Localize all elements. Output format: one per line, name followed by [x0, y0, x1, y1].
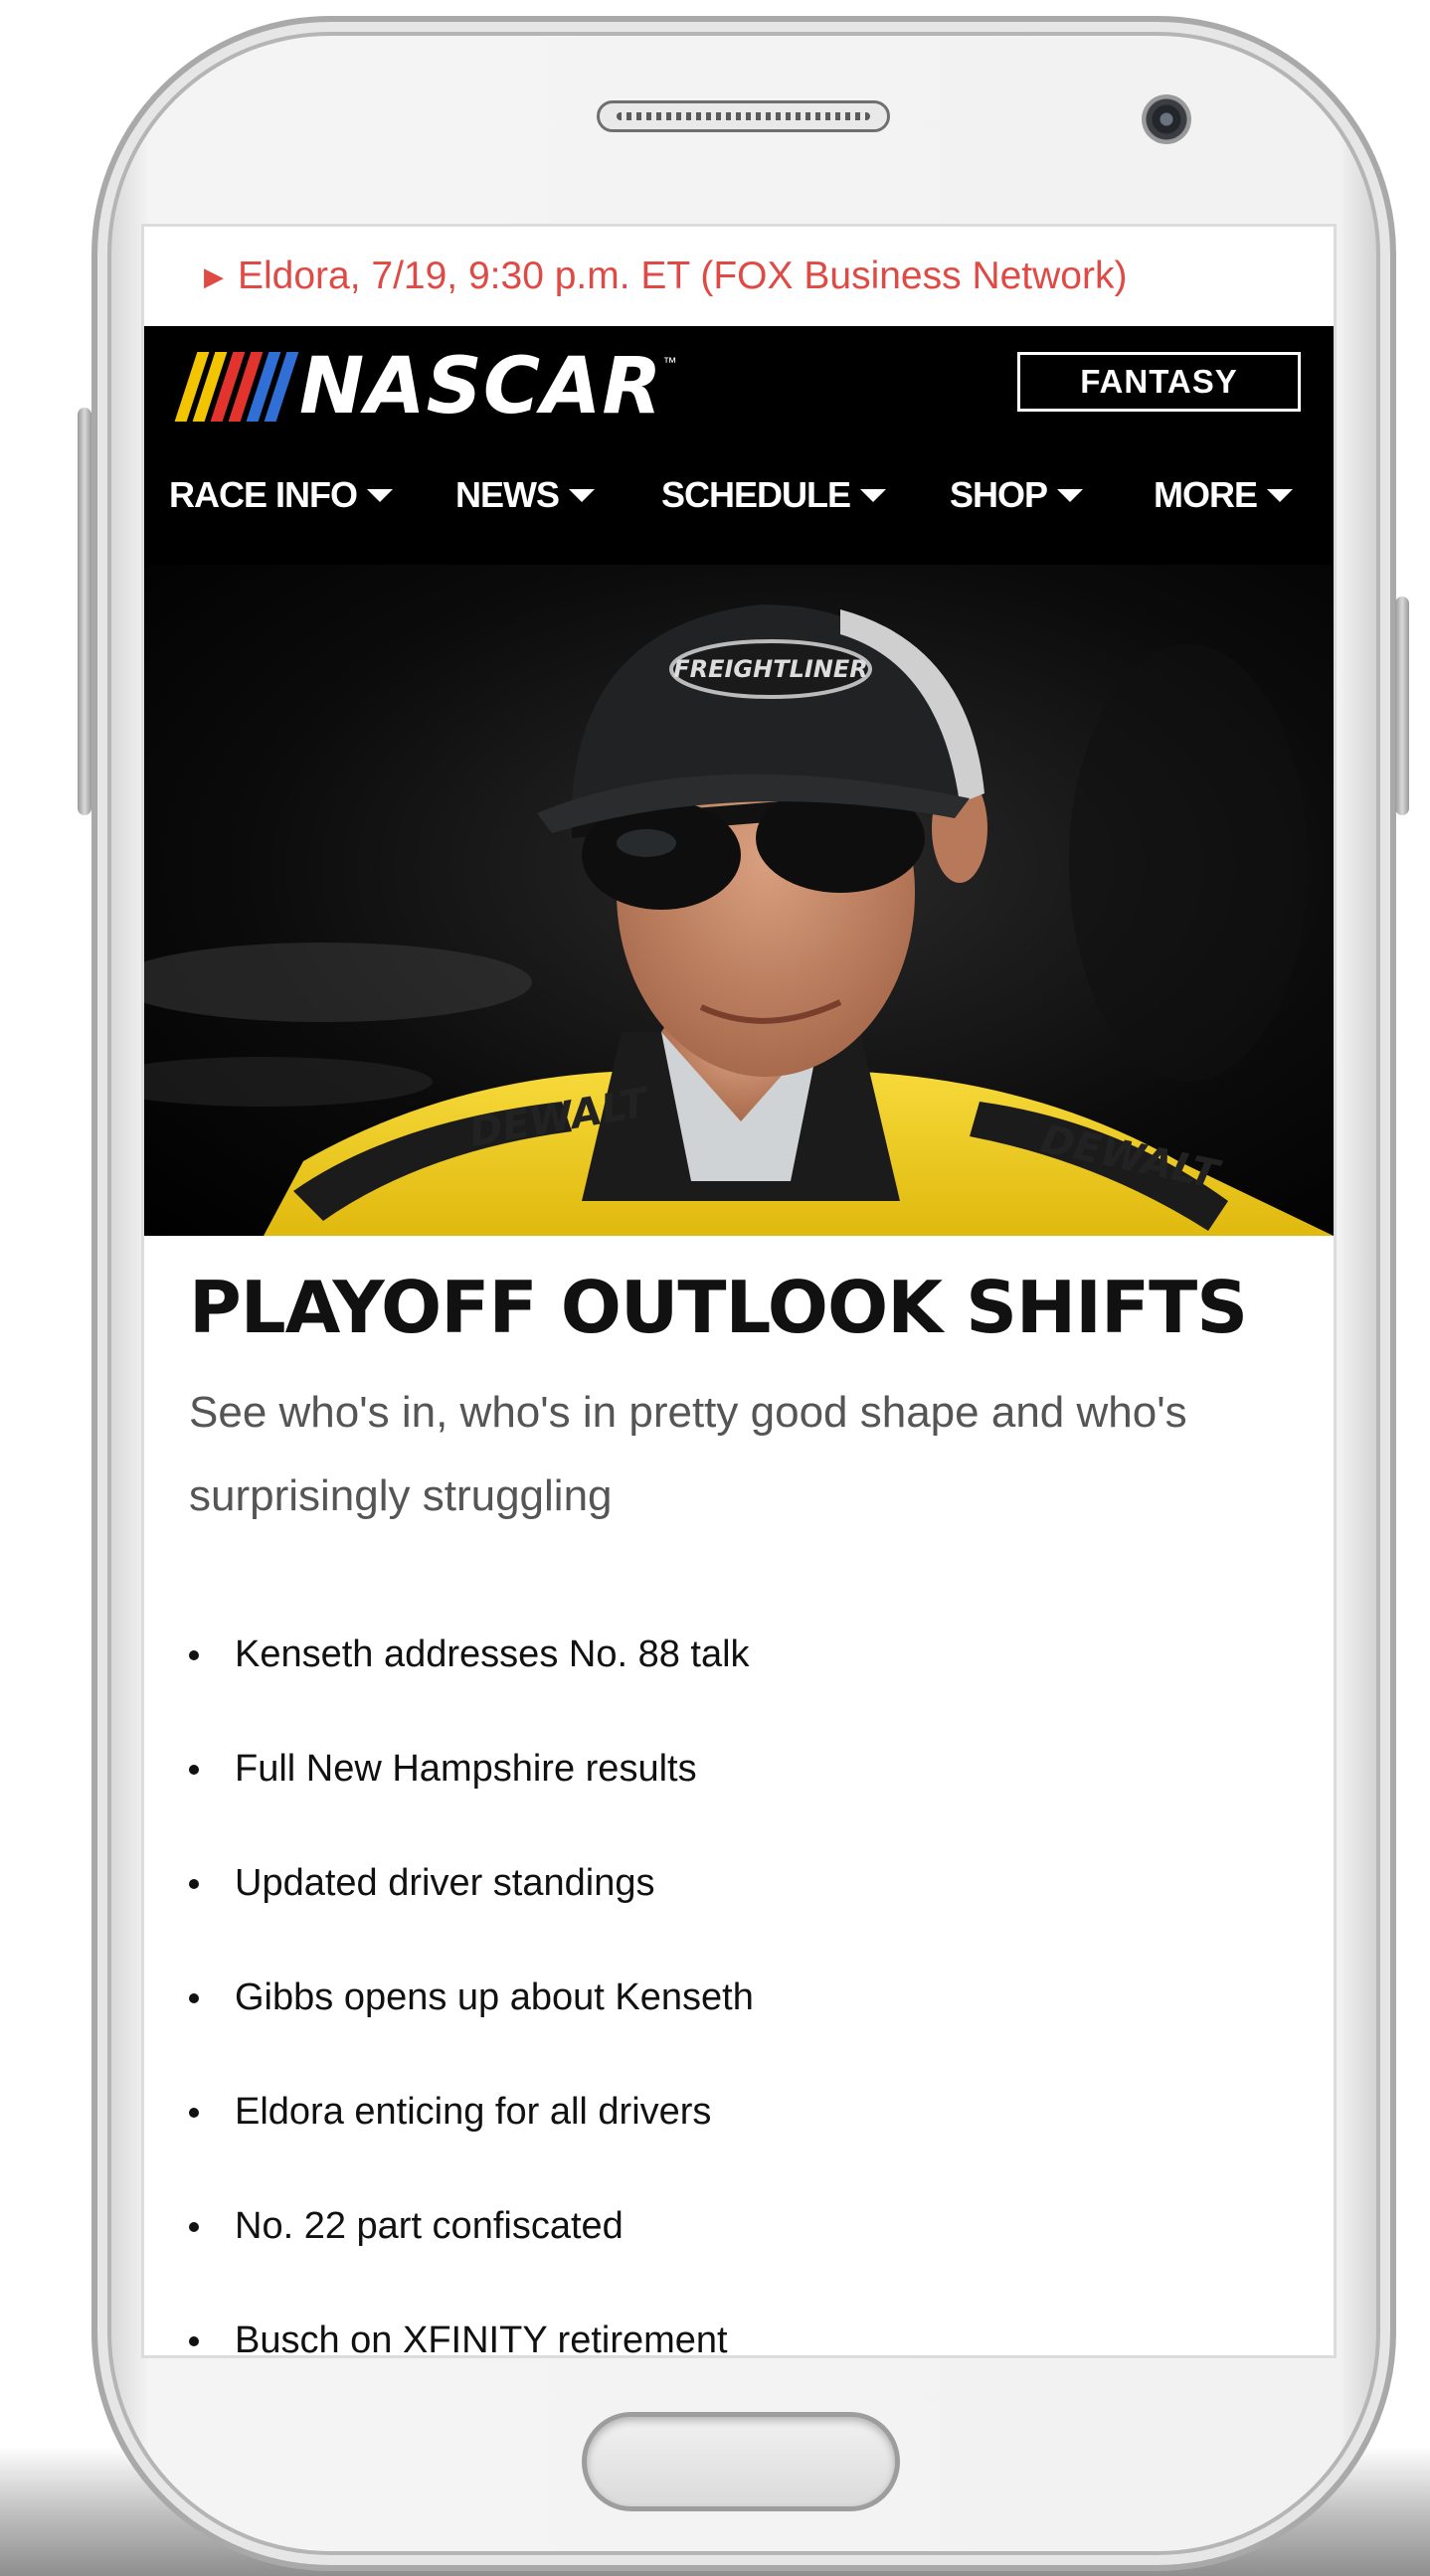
fantasy-button[interactable]: FANTASY [1017, 352, 1301, 412]
article-deck: See who's in, who's in pretty good shape… [189, 1371, 1289, 1538]
deck-line-1: See who's in, who's in pretty good shape… [189, 1388, 1187, 1437]
list-item[interactable]: Full New Hampshire results [189, 1712, 1289, 1826]
front-camera [1142, 94, 1191, 144]
bullet-icon [189, 2335, 199, 2346]
list-item[interactable]: Updated driver standings [189, 1826, 1289, 1941]
logo-stripes-icon [174, 352, 299, 422]
bullet-icon [189, 2107, 199, 2118]
home-button[interactable] [582, 2412, 900, 2511]
dropdown-caret-icon [367, 488, 393, 502]
bullet-icon [189, 1649, 199, 1660]
phone-screen: ▶ Eldora, 7/19, 9:30 p.m. ET (FOX Busine… [141, 224, 1337, 2358]
bullet-icon [189, 1992, 199, 2003]
bullet-icon [189, 1878, 199, 1889]
deck-line-2: surprisingly struggling [189, 1471, 613, 1520]
bullet-icon [189, 2221, 199, 2232]
main-nav: RACE INFO NEWS SCHEDULE SHOP MORE [144, 455, 1334, 535]
dropdown-caret-icon [860, 488, 887, 502]
nav-news[interactable]: NEWS [455, 474, 595, 516]
nascar-logo[interactable]: NASCAR ™ [174, 342, 677, 431]
nav-race-info[interactable]: RACE INFO [169, 474, 393, 516]
article-block: PLAYOFF OUTLOOK SHIFTS See who's in, who… [144, 1236, 1334, 2355]
list-item[interactable]: Eldora enticing for all drivers [189, 2055, 1289, 2169]
list-item[interactable]: Kenseth addresses No. 88 talk [189, 1598, 1289, 1712]
nav-schedule[interactable]: SCHEDULE [661, 474, 887, 516]
logo-wordmark: NASCAR [299, 342, 663, 431]
cap-logo-text: FREIGHTLINER [673, 655, 868, 683]
dropdown-caret-icon [1267, 488, 1293, 502]
race-alert-text: Eldora, 7/19, 9:30 p.m. ET (FOX Business… [238, 255, 1128, 297]
hero-image[interactable]: FREIGHTLINER DEWALT DEWALT [144, 565, 1334, 1236]
caret-right-icon: ▶ [204, 260, 224, 291]
earpiece-speaker [597, 100, 890, 132]
nav-more[interactable]: MORE [1154, 474, 1293, 516]
power-button [1395, 597, 1409, 815]
race-alert-bar[interactable]: ▶ Eldora, 7/19, 9:30 p.m. ET (FOX Busine… [144, 227, 1334, 326]
related-links-list: Kenseth addresses No. 88 talk Full New H… [189, 1598, 1289, 2355]
list-item[interactable]: Busch on XFINITY retirement [189, 2284, 1289, 2355]
list-item[interactable]: No. 22 part confiscated [189, 2169, 1289, 2284]
bullet-icon [189, 1764, 199, 1775]
dropdown-caret-icon [1057, 488, 1084, 502]
list-item[interactable]: Gibbs opens up about Kenseth [189, 1941, 1289, 2055]
headline[interactable]: PLAYOFF OUTLOOK SHIFTS [189, 1266, 1289, 1349]
nav-shop[interactable]: SHOP [950, 474, 1084, 516]
trademark-icon: ™ [662, 354, 677, 370]
volume-button [78, 408, 91, 815]
driver-photo: FREIGHTLINER DEWALT DEWALT [144, 604, 1334, 1236]
dropdown-caret-icon [569, 488, 595, 502]
site-header: NASCAR ™ FANTASY RACE INFO NEWS SCHEDULE… [144, 326, 1334, 565]
